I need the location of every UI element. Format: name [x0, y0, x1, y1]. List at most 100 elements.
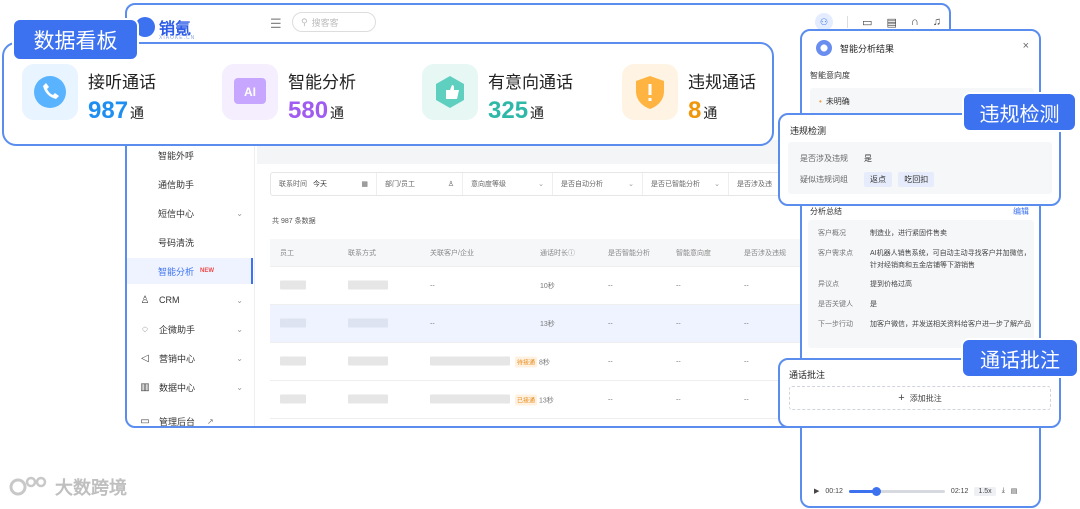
contact-cell: [348, 280, 388, 291]
headset-icon[interactable]: ∩: [911, 16, 919, 28]
sidebar-item-label: 短信中心: [158, 208, 195, 219]
document-icon[interactable]: ▤: [1011, 487, 1018, 495]
summary-key: 下一步行动: [818, 321, 853, 328]
close-icon[interactable]: ×: [1023, 40, 1029, 52]
sidebar-item-crm[interactable]: ♙ CRM ⌄: [127, 287, 253, 313]
employee-cell: [280, 318, 306, 329]
search-icon: ⚲: [301, 16, 308, 27]
search-input[interactable]: ⚲ 搜客客: [292, 12, 376, 32]
summary-box: 客户概况 制造业，进行紧固件售卖 客户需求点 AI机器人销售系统，可自动主动寻找…: [808, 220, 1034, 348]
filter-label: 是否已智能分析: [651, 181, 700, 188]
progress-handle[interactable]: [871, 486, 881, 496]
sidebar-item-marketing-center[interactable]: ◁ 营销中心 ⌄: [127, 345, 253, 371]
sidebar-item-sms-center[interactable]: 短信中心 ⌄: [127, 200, 253, 226]
date-filter[interactable]: 联系时间 今天 ▦: [271, 173, 377, 195]
duration-value: 8秒: [539, 359, 550, 366]
video-icon[interactable]: ▭: [862, 16, 872, 29]
speed-button[interactable]: 1.5x: [974, 486, 996, 496]
related-cell: --: [430, 320, 435, 327]
sidebar-item-wecom-assistant[interactable]: ◌ 企微助手 ⌄: [127, 316, 253, 342]
sidebar-item-data-center[interactable]: ▥ 数据中心 ⌄: [127, 374, 253, 400]
stat-violation-calls: 违规通话 8通: [622, 64, 756, 125]
violation-cell: --: [744, 282, 749, 289]
sidebar: 智能外呼 通信助手 短信中心 ⌄ 号码清洗 智能分析 NEW ♙ CRM ⌄ ◌…: [127, 140, 255, 427]
duration-cell: 13秒: [540, 320, 555, 328]
stat-label: 有意向通话: [488, 73, 573, 92]
duration-cell: 10秒: [540, 282, 555, 290]
chevron-down-icon: ⌄: [236, 353, 243, 363]
search-placeholder: 搜客客: [311, 17, 339, 28]
column-header: 联系方式: [348, 249, 376, 257]
summary-key: 是否关键人: [818, 301, 853, 308]
violation-row: 是否涉及违规 是: [800, 153, 872, 164]
duration-value: 13秒: [539, 397, 554, 404]
stat-unit: 通: [703, 105, 718, 121]
stat-number: 325: [488, 97, 529, 124]
menu-toggle-icon[interactable]: ☰: [270, 16, 282, 32]
summary-value: 制造业，进行紧固件售卖: [870, 230, 947, 237]
app-logo[interactable]: 销氪 XIAOKE.CN: [135, 15, 194, 41]
svg-text:AI: AI: [244, 85, 256, 99]
summary-label: 分析总结: [810, 207, 842, 216]
call-status-tag: 已接通: [515, 394, 538, 405]
info-icon: ⓘ: [568, 249, 575, 257]
notes-icon[interactable]: ▤: [886, 16, 896, 29]
duration-cell: 已接通 13秒: [515, 394, 554, 405]
contact-cell: [348, 318, 388, 329]
bar-chart-icon: ▥: [140, 381, 150, 393]
stat-answered-calls: 接听通话 987 通: [22, 64, 156, 125]
callout-call-annotation: 通话批注: [961, 338, 1079, 378]
intent-level-filter[interactable]: 意向度等级 ⌄: [463, 173, 553, 195]
violation-cell: --: [744, 358, 749, 365]
bell-icon[interactable]: ♫: [933, 16, 941, 28]
dept-filter[interactable]: 部门/员工 ♙: [377, 173, 463, 195]
violation-word-chip: 返点: [864, 172, 892, 187]
new-badge: NEW: [200, 268, 215, 274]
intent-value: 未明确: [819, 96, 850, 107]
smart-analysis-filter[interactable]: 是否已智能分析 ⌄: [643, 173, 729, 195]
intent-cell: --: [676, 320, 681, 327]
watermark: 大数跨境: [9, 474, 127, 500]
sidebar-item-admin[interactable]: ▭ 管理后台 ↗: [127, 408, 253, 427]
phone-icon: [22, 64, 78, 120]
contact-cell: [348, 394, 388, 405]
violation-question: 是否涉及违规: [800, 154, 848, 163]
column-header: 是否智能分析: [608, 249, 650, 257]
summary-value: 是: [870, 301, 877, 308]
summary-edit-link[interactable]: 编辑: [1013, 206, 1029, 217]
column-header-duration[interactable]: 通话时长ⓘ: [540, 248, 575, 258]
current-time: 00:12: [825, 487, 843, 495]
progress-slider[interactable]: [848, 486, 945, 496]
chevron-down-icon: ⌄: [236, 295, 243, 305]
chat-icon: ◌: [142, 323, 148, 335]
sidebar-item-label: 企微助手: [159, 324, 196, 335]
sidebar-item-number-cleaning[interactable]: 号码清洗: [127, 229, 253, 255]
audio-player: ▶ 00:12 02:12 1.5x ⤓ ▤: [814, 483, 1034, 499]
column-header-label: 通话时长: [540, 249, 568, 257]
calendar-icon: ▦: [361, 181, 368, 188]
sidebar-item-smart-analysis[interactable]: 智能分析 NEW: [127, 258, 253, 284]
intent-cell: --: [676, 396, 681, 403]
chevron-down-icon: ⌄: [628, 181, 634, 188]
summary-value: AI机器人销售系统，可自动主动寻找客户并加微信，针对经销商和五金店铺等下游销售: [870, 250, 1031, 269]
sidebar-item-label: 智能分析: [158, 266, 195, 277]
violation-answer: 是: [864, 154, 872, 163]
analysis-cell: --: [608, 320, 613, 327]
employee-cell: [280, 356, 306, 367]
auto-analysis-filter[interactable]: 是否自动分析 ⌄: [553, 173, 643, 195]
duration-cell: 待接通 8秒: [515, 356, 550, 367]
person-icon: ♙: [140, 294, 150, 306]
stat-unit: 通: [130, 105, 145, 121]
add-annotation-button[interactable]: + 添加批注: [789, 386, 1051, 410]
toolbar-divider: [847, 16, 849, 28]
sidebar-item-comm-assistant[interactable]: 通信助手: [127, 171, 253, 197]
monitor-icon: ▭: [140, 415, 150, 427]
analysis-cell: --: [608, 358, 613, 365]
chevron-down-icon: ⌄: [714, 181, 720, 188]
play-icon[interactable]: ▶: [814, 487, 819, 495]
sidebar-item-label: 管理后台: [159, 416, 196, 427]
stat-intent-calls: 有意向通话 325 通: [422, 64, 573, 125]
stat-label: 违规通话: [688, 73, 756, 92]
column-header: 关联客户/企业: [430, 249, 474, 257]
download-icon[interactable]: ⤓: [1002, 487, 1005, 495]
